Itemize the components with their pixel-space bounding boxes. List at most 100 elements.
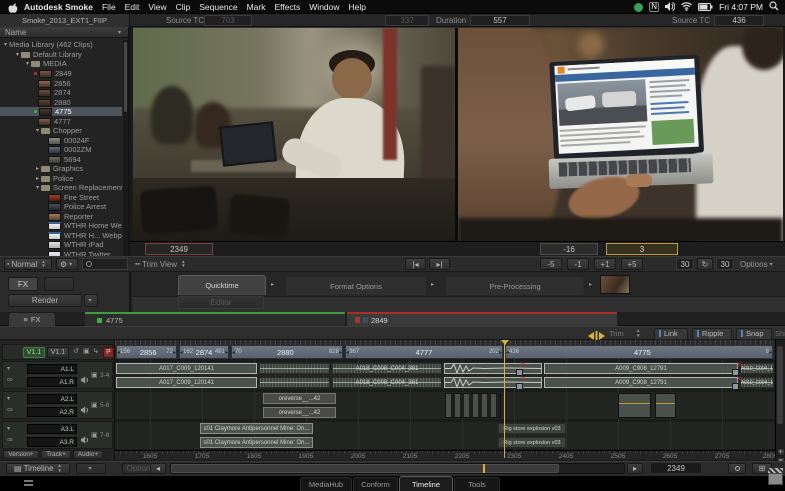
sequence-tab-2849-active[interactable]: 2849 xyxy=(347,312,617,326)
video-clip[interactable]: ◂43647758▸ xyxy=(505,345,773,359)
disclosure-triangle-icon[interactable]: ▾ xyxy=(36,184,39,191)
fade-handle[interactable] xyxy=(516,383,523,390)
render-dropdown-button[interactable]: ▾ xyxy=(84,294,98,307)
tab-pre-processing[interactable]: Pre-Processing xyxy=(446,277,584,295)
audio-clip-waveform[interactable] xyxy=(444,363,542,374)
menu-app-name[interactable]: Autodesk Smoke xyxy=(24,2,93,12)
tree-item-clip[interactable]: Fire Street xyxy=(0,193,122,202)
clip-preview-thumbnail[interactable] xyxy=(600,275,630,294)
red-keyframe-marker[interactable]: ✕ xyxy=(520,362,526,369)
tree-item-graphics-folder[interactable]: ▸Graphics xyxy=(0,164,122,173)
tree-item-clip[interactable]: 2849 xyxy=(0,69,122,78)
disclosure-triangle-icon[interactable]: ▾ xyxy=(16,51,19,58)
chevron-down-icon[interactable]: ▾ xyxy=(118,29,121,36)
clapperboard-icon[interactable] xyxy=(768,468,783,488)
scroll-left-button[interactable]: ◂ xyxy=(150,463,166,474)
audio-clip[interactable]: Rig store explosion v03 xyxy=(498,423,566,434)
fade-handle[interactable] xyxy=(516,369,523,376)
menu-clip[interactable]: Clip xyxy=(176,2,191,12)
audio-track-name-field[interactable]: A1.L xyxy=(27,364,77,374)
video-clip[interactable]: ◂702880828▸ xyxy=(231,345,343,359)
hscrollbar-thumb[interactable] xyxy=(171,464,559,473)
patch-button[interactable]: P xyxy=(103,347,114,358)
audio-track-name-field[interactable]: A2.L xyxy=(27,394,77,404)
audio-track-name-field[interactable]: A1.R xyxy=(27,377,77,387)
audio-clip[interactable]: A018_C008_C004_381 xyxy=(332,363,442,374)
audio-clip[interactable]: s01 Claymore Antipersonnel Mine: On... xyxy=(200,437,313,448)
tree-item-clip[interactable]: 2856 xyxy=(0,79,122,88)
gear-dropdown[interactable]: ⚙▾ xyxy=(56,258,78,270)
disclosure-triangle-icon[interactable]: ▾ xyxy=(4,41,7,48)
go-to-next-cut-button[interactable]: ▸| xyxy=(429,258,450,270)
tree-item-clip[interactable]: 2874 xyxy=(0,88,122,97)
video-clip[interactable]: ◂3674777202▸ xyxy=(345,345,503,359)
timeline-vscrollbar[interactable]: + ≡ xyxy=(775,340,785,460)
audio-clip[interactable]: oreverse__...42 xyxy=(263,407,336,418)
audio-clip[interactable]: A018_C008_C004_381 xyxy=(332,377,442,388)
zoom-preset-dropdown[interactable]: ▾ xyxy=(76,463,106,474)
editor-button[interactable]: Editor xyxy=(178,296,264,309)
collapse-triangle-icon[interactable]: ▾ xyxy=(7,425,10,432)
disclosure-triangle-icon[interactable]: ▾ xyxy=(36,127,39,134)
lock-icon[interactable]: ▣ xyxy=(91,402,98,409)
menu-mark[interactable]: Mark xyxy=(247,2,266,12)
timeline-ruler[interactable]: 1605 1705 1805 1905 2005 2105 2205 2305 … xyxy=(115,450,775,460)
postroll-field[interactable]: 30 xyxy=(716,258,734,270)
stepper-icon[interactable]: ▲▼ xyxy=(41,260,45,269)
record-tc-field[interactable]: 337 xyxy=(385,15,429,26)
tree-item-media-folder[interactable]: ▾MEDIA xyxy=(0,59,122,68)
disclosure-triangle-icon[interactable]: ▸ xyxy=(36,175,39,182)
step-forward-1-button[interactable]: +1 xyxy=(594,258,616,270)
scroll-right-button[interactable]: ▸ xyxy=(627,463,643,474)
red-keyframe-marker[interactable]: ✕ xyxy=(736,362,742,369)
audio-clip[interactable] xyxy=(259,377,330,388)
audio-clip[interactable]: A010_C004_1 xyxy=(740,377,774,388)
speaker-icon[interactable] xyxy=(81,431,90,449)
stepper-icon[interactable]: ▲▼ xyxy=(181,260,185,269)
right-preview-frame[interactable] xyxy=(458,28,783,241)
collapse-triangle-icon[interactable]: ▾ xyxy=(7,365,10,372)
fx-button[interactable]: FX xyxy=(8,277,38,291)
audio-track-name-field[interactable]: A3.L xyxy=(27,424,77,434)
fx-secondary-button[interactable] xyxy=(44,277,74,291)
audio-track-name-field[interactable]: A2.R xyxy=(27,407,77,417)
sidebar-column-header[interactable]: Name ▾ xyxy=(0,27,128,38)
zoom-in-button[interactable]: + xyxy=(777,448,785,456)
fade-handle[interactable] xyxy=(732,369,739,376)
trim-out-field[interactable]: -16 xyxy=(540,243,598,255)
tree-item-screen-replacement-folder[interactable]: ▾Screen Replacement xyxy=(0,183,122,192)
tree-item-police-folder[interactable]: ▸Police xyxy=(0,174,122,183)
view-mode-dropdown[interactable]: ▪ Normal ▲▼ xyxy=(4,258,52,270)
disclosure-triangle-icon[interactable]: ▾ xyxy=(26,60,29,67)
lock-icon[interactable]: ▣ xyxy=(91,432,98,439)
menu-window[interactable]: Window xyxy=(309,2,339,12)
menu-file[interactable]: File xyxy=(102,2,116,12)
audio-clip[interactable]: oreverse__...42 xyxy=(263,393,336,404)
status-hamburger-icon[interactable] xyxy=(24,480,33,486)
duration-field[interactable]: 557 xyxy=(470,15,530,26)
tab-timeline-active[interactable]: Timeline xyxy=(399,476,453,491)
menu-clock[interactable]: Fri 4:07 PM xyxy=(719,2,763,12)
audio-clip-strips[interactable] xyxy=(445,393,501,418)
preroll-field[interactable]: 30 xyxy=(676,258,694,270)
tree-item-clip[interactable]: Reporter xyxy=(0,212,122,221)
record-frame-field[interactable]: 2349 xyxy=(145,243,213,255)
tree-item-clip[interactable]: 5694 xyxy=(0,155,122,164)
link-toggle[interactable]: Link xyxy=(654,328,688,340)
channel-link-icon[interactable]: ∞ xyxy=(7,376,13,384)
disclosure-triangle-icon[interactable]: ▸ xyxy=(36,165,39,172)
tree-item-clip[interactable]: Police Arrest xyxy=(0,202,122,211)
sequence-tab-4775[interactable]: 4775 xyxy=(85,312,345,326)
audio-clip-waveform[interactable] xyxy=(444,377,542,388)
tree-item-clip[interactable]: WTHR iPad xyxy=(0,240,122,249)
record-button[interactable] xyxy=(728,463,746,474)
step-back-5-button[interactable]: -5 xyxy=(540,258,562,270)
fx-mini-tab[interactable]: ≡FX xyxy=(8,312,56,326)
tree-item-clip-selected[interactable]: 4775 xyxy=(0,107,122,116)
collapse-triangle-icon[interactable]: ▾ xyxy=(7,395,10,402)
search-input[interactable] xyxy=(82,258,128,270)
history-icon[interactable]: ↺ xyxy=(73,348,79,355)
render-button[interactable]: Render xyxy=(8,294,82,307)
add-version-button[interactable]: Version+ xyxy=(3,450,39,459)
speaker-icon[interactable] xyxy=(81,371,90,389)
